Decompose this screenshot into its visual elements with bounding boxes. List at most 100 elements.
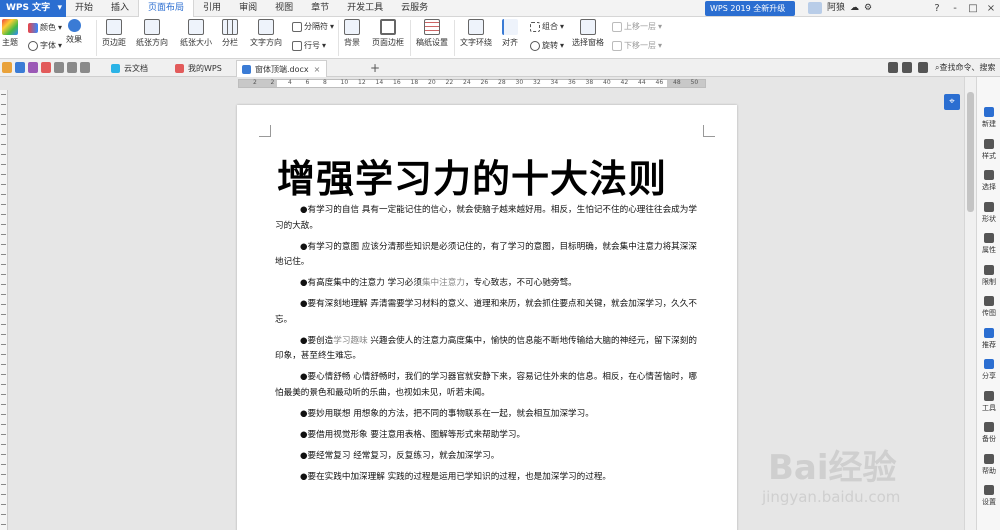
rotate-button[interactable]: 旋转 ▾ <box>530 40 564 51</box>
command-search[interactable]: ⌕查找命令、搜索 <box>935 61 995 75</box>
scrollbar-thumb[interactable] <box>967 92 974 212</box>
cloud-icon[interactable]: ☁ <box>850 0 859 17</box>
paragraph-text: ●要妙用联想 用想象的方法，把不同的事物联系在一起，就会相互加深学习。 <box>300 409 594 420</box>
export-pdf-icon[interactable] <box>41 62 51 73</box>
open-icon[interactable] <box>2 62 12 73</box>
task-pane-item[interactable]: 形状 <box>977 201 1000 224</box>
document-page[interactable]: 增强学习力的十大法则 ●有学习的自信 具有一定能记住的信心，就会使脑子越来越好用… <box>237 105 737 530</box>
group-button[interactable]: 组合 ▾ <box>530 21 564 32</box>
paragraph[interactable]: ●要有深刻地理解 弄清需要学习材料的意义、道理和来历，就会抓住要点和关键，就会加… <box>275 297 705 328</box>
menu-tab-0[interactable]: 开始 <box>66 0 102 17</box>
selection-pane-button[interactable]: 选择窗格 <box>572 19 604 48</box>
menu-tab-8[interactable]: 云服务 <box>392 0 437 17</box>
paragraph[interactable]: ●要经常复习 经常复习，反复练习，就会加深学习。 <box>275 449 705 465</box>
columns-button[interactable]: 分栏 <box>222 19 238 48</box>
paragraph[interactable]: ●要创造学习趣味 兴趣会使人的注意力高度集中，愉快的信息能不断地传输给大脑的神经… <box>275 334 705 365</box>
task-pane-item[interactable]: 属性 <box>977 233 1000 255</box>
align-button[interactable]: 对齐 <box>502 19 518 48</box>
undo-icon[interactable] <box>67 62 77 73</box>
gear-icon[interactable]: ⚙ <box>864 0 872 17</box>
task-pane-item[interactable]: 新建 <box>977 107 1000 129</box>
task-pane-item[interactable]: 帮助 <box>977 453 1000 476</box>
orientation-button[interactable]: 纸张方向 <box>136 19 168 48</box>
theme-button[interactable]: 主题 <box>2 19 18 48</box>
horizontal-ruler[interactable]: 2 2 4 6 8 10 12 14 16 18 20 22 24 26 28 30 32 34 36 38 40 42 4… <box>238 79 706 88</box>
background-icon <box>344 19 360 35</box>
skin-icon[interactable] <box>902 62 912 73</box>
wrap-text-button[interactable]: 文字环绕 <box>460 19 492 48</box>
paragraph[interactable]: ●要在实践中加深理解 实践的过程是运用已学知识的过程，也是加深学习的过程。 <box>275 470 705 486</box>
fonts-button[interactable]: 字体 ▾ <box>28 40 62 51</box>
menu-tab-1[interactable]: 插入 <box>102 0 138 17</box>
paper-setup-button[interactable]: 稿纸设置 <box>416 19 448 48</box>
divider <box>338 20 339 56</box>
ruler-tick <box>1 374 6 375</box>
minimize-button[interactable]: - <box>946 0 964 17</box>
user-area[interactable]: 阿狼 ☁ ⚙ <box>808 0 872 17</box>
align-icon <box>502 19 518 35</box>
breaks-button[interactable]: 分隔符 ▾ <box>292 21 334 32</box>
vertical-ruler[interactable] <box>0 90 8 530</box>
task-pane-label: 形状 <box>982 214 996 223</box>
menu-tab-3[interactable]: 引用 <box>194 0 230 17</box>
menu-tab-2[interactable]: 页面布局 <box>138 0 195 18</box>
paragraph-text: ●有高度集中的注意力 学习必须 <box>300 278 422 289</box>
menu-icon[interactable] <box>918 62 928 73</box>
help-button[interactable]: ? <box>928 0 946 17</box>
page-borders-button[interactable]: 页面边框 <box>372 19 404 48</box>
task-pane-item[interactable]: 设置 <box>977 485 1000 507</box>
feedback-icon[interactable] <box>888 62 898 73</box>
paragraph[interactable]: ●有学习的自信 具有一定能记住的信心，就会使脑子越来越好用。相反，生怕记不住的心… <box>275 203 705 234</box>
print-icon[interactable] <box>28 62 38 73</box>
doc-tab[interactable]: 云文档 <box>106 60 154 77</box>
upgrade-label: WPS 2019 全新升级 <box>710 4 786 13</box>
margins-button[interactable]: 页边距 <box>102 19 126 48</box>
task-pane-item[interactable]: 推荐 <box>977 327 1000 350</box>
close-button[interactable]: × <box>982 0 1000 17</box>
task-pane-item[interactable]: 限制 <box>977 264 1000 287</box>
ruler-tick <box>1 394 6 395</box>
menu-tab-6[interactable]: 章节 <box>302 0 338 17</box>
send-backward-button[interactable]: 下移一层 ▾ <box>612 40 662 51</box>
task-pane-icon <box>984 359 994 369</box>
task-pane-item[interactable]: 工具 <box>977 390 1000 413</box>
new-tab-button[interactable]: + <box>370 60 380 76</box>
document-body[interactable]: ●有学习的自信 具有一定能记住的信心，就会使脑子越来越好用。相反，生怕记不住的心… <box>275 203 705 491</box>
task-pane-item[interactable]: 样式 <box>977 138 1000 161</box>
paragraph[interactable]: ●有高度集中的注意力 学习必须集中注意力，专心致志，不可心驰旁骛。 <box>275 276 705 292</box>
bring-forward-button[interactable]: 上移一层 ▾ <box>612 21 662 32</box>
upgrade-button[interactable]: WPS 2019 全新升级 <box>705 1 795 16</box>
doc-tab[interactable]: 窗体顶端.docx × <box>236 60 328 77</box>
preview-icon[interactable] <box>54 62 64 73</box>
paragraph[interactable]: ●要心情舒畅 心情舒畅时，我们的学习器官就安静下来，容易记住外来的信息。相反，在… <box>275 370 705 401</box>
task-pane-label: 备份 <box>982 435 996 443</box>
task-pane-item[interactable]: 选择 <box>977 170 1000 192</box>
location-pin-icon[interactable]: ⌖ <box>944 94 960 110</box>
size-button[interactable]: 纸张大小 <box>180 19 212 48</box>
colors-button[interactable]: 颜色 ▾ <box>28 22 62 33</box>
palette-icon <box>28 22 38 33</box>
divider <box>410 20 411 56</box>
paragraph[interactable]: ●要妙用联想 用想象的方法，把不同的事物联系在一起，就会相互加深学习。 <box>275 407 705 423</box>
paragraph[interactable]: ●要借用视觉形象 要注意用表格、图解等形式来帮助学习。 <box>275 428 705 444</box>
close-icon[interactable]: × <box>314 65 321 74</box>
line-numbers-button[interactable]: 行号 ▾ <box>292 40 326 51</box>
vertical-scrollbar[interactable] <box>964 77 976 530</box>
doc-tab[interactable]: 我的WPS <box>170 60 228 77</box>
text-direction-button[interactable]: 文字方向 <box>250 19 282 48</box>
menu-tab-7[interactable]: 开发工具 <box>338 0 392 17</box>
ruler-tick <box>1 124 6 125</box>
task-pane-item[interactable]: 分享 <box>977 359 1000 381</box>
menu-tab-4[interactable]: 审阅 <box>230 0 266 17</box>
maximize-button[interactable]: □ <box>964 0 982 17</box>
redo-icon[interactable] <box>80 62 90 73</box>
menu-tab-5[interactable]: 视图 <box>266 0 302 17</box>
task-pane-item[interactable]: 备份 <box>977 422 1000 444</box>
task-pane-item[interactable]: 传图 <box>977 296 1000 318</box>
document-title[interactable]: 增强学习力的十大法则 <box>277 148 667 203</box>
effects-button[interactable]: 效果 <box>66 19 82 45</box>
app-menu-button[interactable]: WPS 文字 ▾ <box>0 0 66 17</box>
save-icon[interactable] <box>15 62 25 73</box>
background-button[interactable]: 背景 <box>344 19 360 48</box>
paragraph[interactable]: ●有学习的意图 应该分清那些知识是必须记住的，有了学习的意图，目标明确，就会集中… <box>275 240 705 271</box>
